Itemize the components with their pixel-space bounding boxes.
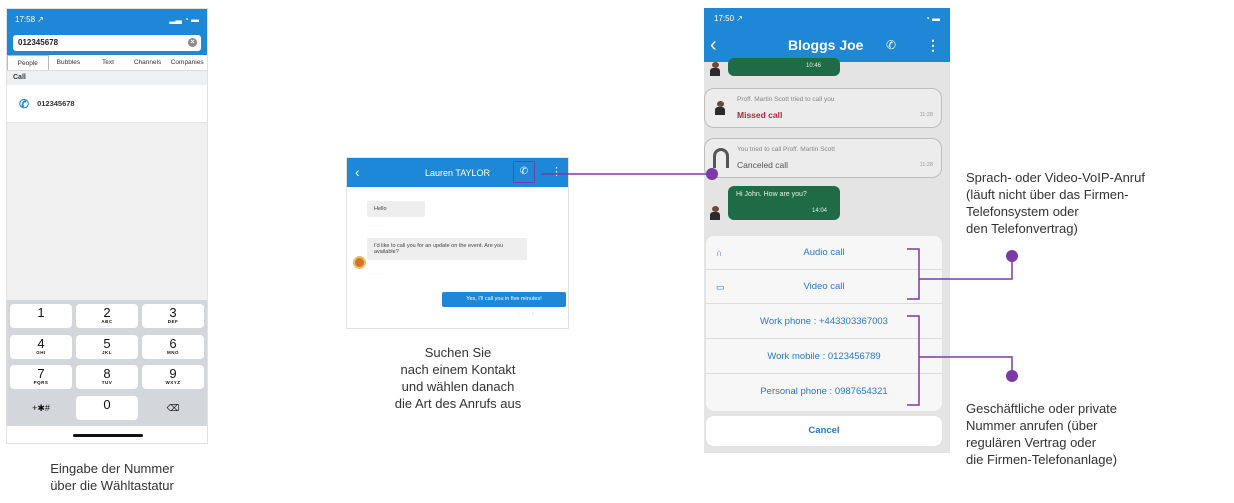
connector-phone-line — [919, 356, 1013, 376]
caption-search: Suchen Sie nach einem Kontakt und wählen… — [394, 345, 522, 411]
caption-dialpad: Eingabe der Nummer über die Wähltastatur — [50, 461, 174, 493]
bracket-phone-numbers — [907, 315, 920, 406]
caption-voip: Sprach- oder Video-VoIP-Anruf (läuft nic… — [966, 170, 1145, 236]
caption-business-call: Geschäftliche oder private Nummer anrufe… — [966, 401, 1118, 467]
bracket-voip — [907, 248, 920, 300]
connector-dot — [1006, 250, 1018, 262]
connector-dot — [706, 168, 718, 180]
connector-dot — [1006, 370, 1018, 382]
connector-voip-line — [919, 256, 1013, 280]
